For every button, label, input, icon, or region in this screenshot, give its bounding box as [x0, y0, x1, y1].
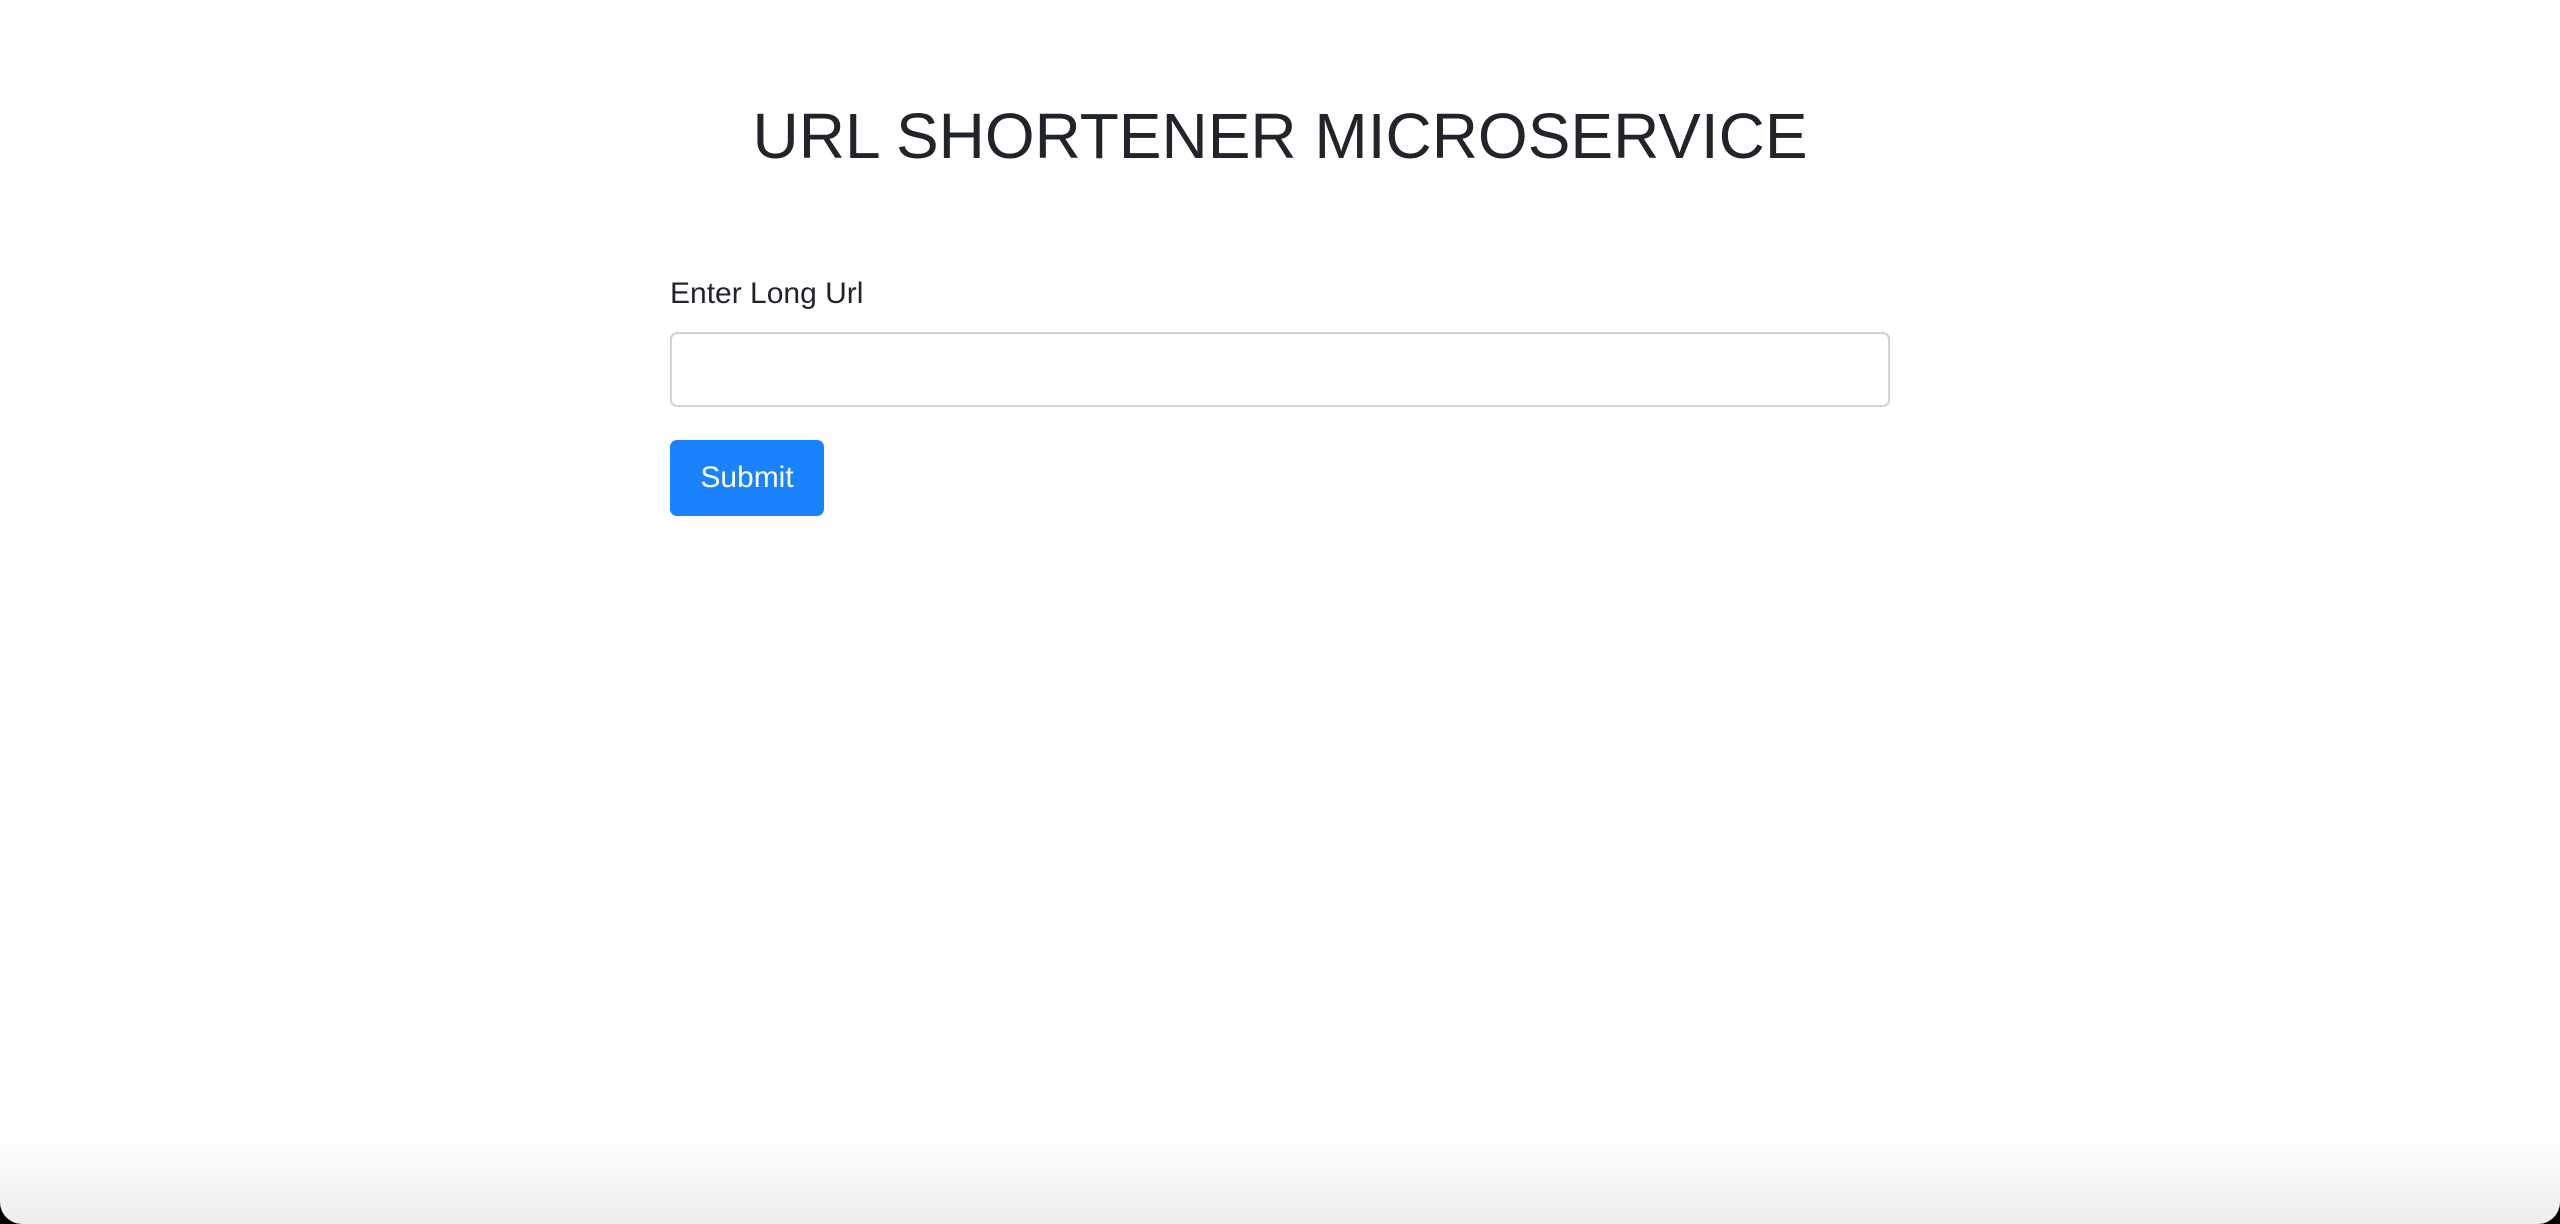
long-url-input[interactable] — [670, 332, 1890, 407]
browser-page: URL SHORTENER MICROSERVICE Enter Long Ur… — [0, 0, 2560, 1224]
long-url-label: Enter Long Url — [670, 277, 864, 310]
window-bottom-shadow — [0, 1134, 2560, 1224]
page-title: URL SHORTENER MICROSERVICE — [752, 100, 1808, 172]
submit-button[interactable]: Submit — [670, 440, 824, 516]
